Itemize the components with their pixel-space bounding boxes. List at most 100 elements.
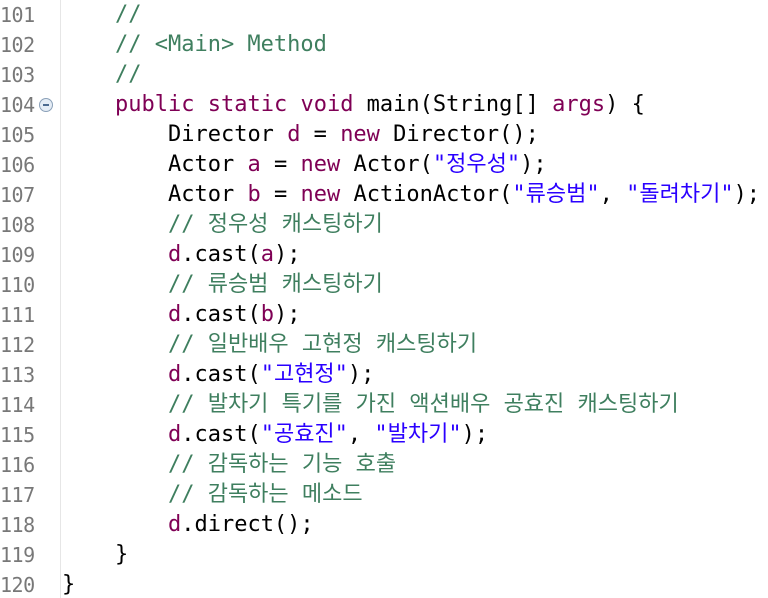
- code-text: // 류승범 캐스팅하기: [62, 270, 383, 300]
- line-number: 107: [0, 183, 35, 207]
- collapse-fold-icon[interactable]: [39, 98, 53, 112]
- code-line[interactable]: 102 // <Main> Method: [0, 30, 768, 60]
- code-line[interactable]: 116 // 감독하는 기능 호출: [0, 450, 768, 480]
- code-line[interactable]: 114 // 발차기 특기를 가진 액션배우 공효진 캐스팅하기: [0, 390, 768, 420]
- code-token: );: [520, 152, 547, 177]
- code-line[interactable]: 113 d.cast("고현정");: [0, 360, 768, 390]
- code-token: .cast(: [181, 302, 261, 327]
- code-token: .direct();: [181, 512, 314, 537]
- line-number: 111: [0, 303, 35, 327]
- code-line[interactable]: 118 d.direct();: [0, 510, 768, 540]
- comment-token: //: [114, 2, 142, 27]
- keyword-token: b: [260, 302, 274, 327]
- code-line[interactable]: 112 // 일반배우 고현정 캐스팅하기: [0, 330, 768, 360]
- code-token: );: [273, 302, 301, 327]
- comment-token: // 감독하는 메소드: [167, 482, 363, 507]
- line-number: 117: [0, 483, 35, 507]
- keyword-token: void: [300, 92, 354, 117]
- code-token: Actor: [167, 152, 248, 177]
- line-number: 120: [0, 573, 35, 597]
- string-token: "돌려차기": [626, 182, 734, 207]
- code-line[interactable]: 104 public static void main(String[] arg…: [0, 90, 768, 120]
- code-text: d.direct();: [62, 510, 314, 540]
- code-text: d.cast(b);: [62, 300, 300, 330]
- comment-token: // <Main> Method: [114, 32, 327, 57]
- line-number: 102: [0, 33, 35, 57]
- keyword-token: public: [114, 92, 195, 117]
- code-line[interactable]: 109 d.cast(a);: [0, 240, 768, 270]
- line-number: 105: [0, 123, 35, 147]
- code-text: d.cast("고현정");: [62, 360, 374, 390]
- code-line[interactable]: 119 }: [0, 540, 768, 570]
- code-token: .cast(: [181, 422, 261, 447]
- code-line[interactable]: 111 d.cast(b);: [0, 300, 768, 330]
- line-number: 103: [0, 63, 35, 87]
- code-text: d.cast(a);: [62, 240, 300, 270]
- code-text: d.cast("공효진", "발차기");: [62, 420, 488, 450]
- line-number: 116: [0, 453, 35, 477]
- code-line[interactable]: 110 // 류승범 캐스팅하기: [0, 270, 768, 300]
- code-text: public static void main(String[] args) {: [62, 90, 645, 120]
- keyword-token: a: [260, 242, 274, 267]
- code-token: ) {: [605, 92, 645, 117]
- code-token: Actor(: [340, 152, 433, 177]
- line-number: 113: [0, 363, 35, 387]
- keyword-token: d: [167, 512, 182, 537]
- code-line[interactable]: 120}: [0, 570, 768, 598]
- keyword-token: new: [340, 122, 380, 147]
- keyword-token: d: [167, 422, 182, 447]
- line-number: 115: [0, 423, 35, 447]
- code-token: }: [114, 542, 129, 567]
- line-number: 101: [0, 3, 35, 27]
- code-text: }: [62, 540, 128, 570]
- line-number: 114: [0, 393, 35, 417]
- code-line[interactable]: 101 //: [0, 0, 768, 30]
- code-text: // 발차기 특기를 가진 액션배우 공효진 캐스팅하기: [62, 390, 679, 420]
- keyword-token: static: [207, 92, 288, 117]
- code-token: Actor: [167, 182, 248, 207]
- code-line[interactable]: 108 // 정우성 캐스팅하기: [0, 210, 768, 240]
- code-token: );: [733, 182, 761, 207]
- line-number: 118: [0, 513, 35, 537]
- keyword-token: d: [167, 242, 182, 267]
- code-token: =: [260, 182, 301, 207]
- code-token: }: [62, 572, 76, 597]
- line-number: 112: [0, 333, 35, 357]
- code-line[interactable]: 106 Actor a = new Actor("정우성");: [0, 150, 768, 180]
- string-token: "발차기": [374, 422, 462, 447]
- code-token: ActionActor(: [340, 182, 513, 207]
- code-line[interactable]: 105 Director d = new Director();: [0, 120, 768, 150]
- code-text: // 감독하는 기능 호출: [62, 450, 396, 480]
- code-line[interactable]: 107 Actor b = new ActionActor("류승범", "돌려…: [0, 180, 768, 210]
- code-line[interactable]: 117 // 감독하는 메소드: [0, 480, 768, 510]
- code-token: );: [273, 242, 301, 267]
- keyword-token: b: [247, 182, 261, 207]
- string-token: "고현정": [260, 362, 348, 387]
- code-line[interactable]: 115 d.cast("공효진", "발차기");: [0, 420, 768, 450]
- code-line[interactable]: 103 //: [0, 60, 768, 90]
- code-text: Actor b = new ActionActor("류승범", "돌려차기")…: [62, 180, 760, 210]
- code-editor[interactable]: 101 //102 // <Main> Method 103 //104 publ…: [0, 0, 768, 598]
- code-token: ,: [347, 422, 375, 447]
- line-number: 110: [0, 273, 35, 297]
- code-text: // 감독하는 메소드: [62, 480, 363, 510]
- keyword-token: new: [300, 182, 341, 207]
- line-number: 104: [0, 93, 35, 117]
- string-token: "공효진": [260, 422, 348, 447]
- line-number: 109: [0, 243, 35, 267]
